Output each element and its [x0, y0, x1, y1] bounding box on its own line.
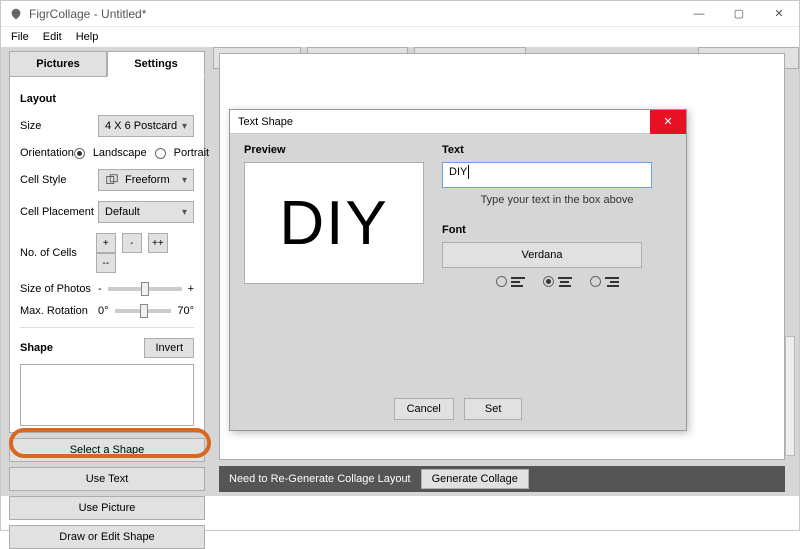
text-shape-dialog: Text Shape ✕ Preview DIY Text DIY Type y…	[229, 109, 687, 431]
app-icon	[9, 7, 23, 21]
cell-style-value: Freeform	[125, 174, 170, 186]
chevron-down-icon: ▾	[182, 121, 187, 132]
maximize-button[interactable]: ▢	[719, 1, 759, 27]
close-button[interactable]: ✕	[759, 1, 799, 27]
shape-section-title: Shape	[20, 342, 53, 354]
dialog-title: Text Shape	[238, 116, 293, 128]
select-shape-button[interactable]: Select a Shape	[9, 438, 205, 462]
tab-pictures[interactable]: Pictures	[9, 51, 107, 77]
minimize-button[interactable]: —	[679, 1, 719, 27]
align-center-icon	[558, 277, 572, 287]
cell-style-label: Cell Style	[20, 174, 98, 186]
orientation-portrait-label: Portrait	[174, 147, 209, 159]
draw-edit-shape-button[interactable]: Draw or Edit Shape	[9, 525, 205, 549]
size-photos-max: +	[188, 283, 194, 295]
slider-thumb[interactable]	[140, 304, 148, 318]
cell-placement-select[interactable]: Default ▾	[98, 201, 194, 223]
text-input-value: DIY	[449, 166, 467, 178]
align-left-radio[interactable]	[496, 276, 507, 287]
font-select-button[interactable]: Verdana	[442, 242, 642, 268]
cells-plusplus-button[interactable]: ++	[148, 233, 168, 253]
chevron-down-icon: ▾	[182, 207, 187, 218]
status-message: Need to Re-Generate Collage Layout	[229, 473, 411, 485]
use-picture-button[interactable]: Use Picture	[9, 496, 205, 520]
rotation-min: 0°	[98, 305, 109, 317]
status-bar: Need to Re-Generate Collage Layout Gener…	[219, 466, 785, 492]
preview-text: DIY	[279, 188, 388, 259]
menu-help[interactable]: Help	[70, 29, 105, 45]
layout-section-title: Layout	[20, 93, 194, 105]
menu-edit[interactable]: Edit	[37, 29, 68, 45]
radio-landscape[interactable]	[74, 148, 85, 159]
freeform-icon	[105, 173, 119, 187]
invert-button[interactable]: Invert	[144, 338, 194, 358]
cells-minusminus-button[interactable]: --	[96, 253, 116, 273]
chevron-down-icon: ▾	[182, 175, 187, 186]
shape-preview	[20, 364, 194, 426]
font-label: Font	[442, 224, 672, 236]
size-photos-slider[interactable]	[108, 287, 182, 291]
orientation-label: Orientation	[20, 147, 74, 159]
sidebar: Pictures Settings Layout Size 4 X 6 Post…	[1, 47, 213, 496]
cell-placement-label: Cell Placement	[20, 206, 98, 218]
orientation-landscape-label: Landscape	[93, 147, 147, 159]
align-left-icon	[511, 277, 525, 287]
preview-box: DIY	[244, 162, 424, 284]
text-input[interactable]: DIY	[442, 162, 652, 188]
align-center-radio[interactable]	[543, 276, 554, 287]
align-right-icon	[605, 277, 619, 287]
max-rotation-label: Max. Rotation	[20, 305, 98, 317]
cells-plus-button[interactable]: +	[96, 233, 116, 253]
size-photos-min: -	[98, 283, 102, 295]
radio-portrait[interactable]	[155, 148, 166, 159]
size-label: Size	[20, 120, 98, 132]
use-text-button[interactable]: Use Text	[9, 467, 205, 491]
slider-thumb[interactable]	[141, 282, 149, 296]
cell-placement-value: Default	[105, 206, 140, 218]
size-select[interactable]: 4 X 6 Postcard ▾	[98, 115, 194, 137]
menubar: File Edit Help	[1, 27, 799, 47]
window-title: FigrCollage - Untitled*	[29, 7, 146, 21]
size-value: 4 X 6 Postcard	[105, 120, 177, 132]
cell-style-select[interactable]: Freeform ▾	[98, 169, 194, 191]
zoom-slider[interactable]	[785, 336, 795, 456]
rotation-slider[interactable]	[115, 309, 172, 313]
text-hint: Type your text in the box above	[442, 194, 672, 206]
size-photos-label: Size of Photos	[20, 283, 98, 295]
dialog-close-button[interactable]: ✕	[650, 110, 686, 134]
titlebar: FigrCollage - Untitled* — ▢ ✕	[1, 1, 799, 27]
dialog-set-button[interactable]: Set	[464, 398, 523, 420]
cells-minus-button[interactable]: -	[122, 233, 142, 253]
tab-settings[interactable]: Settings	[107, 51, 205, 77]
no-cells-label: No. of Cells	[20, 247, 96, 259]
menu-file[interactable]: File	[5, 29, 35, 45]
text-field-label: Text	[442, 144, 672, 156]
rotation-max: 70°	[177, 305, 194, 317]
status-generate-button[interactable]: Generate Collage	[421, 469, 529, 489]
dialog-cancel-button[interactable]: Cancel	[394, 398, 454, 420]
align-right-radio[interactable]	[590, 276, 601, 287]
preview-label: Preview	[244, 144, 424, 156]
